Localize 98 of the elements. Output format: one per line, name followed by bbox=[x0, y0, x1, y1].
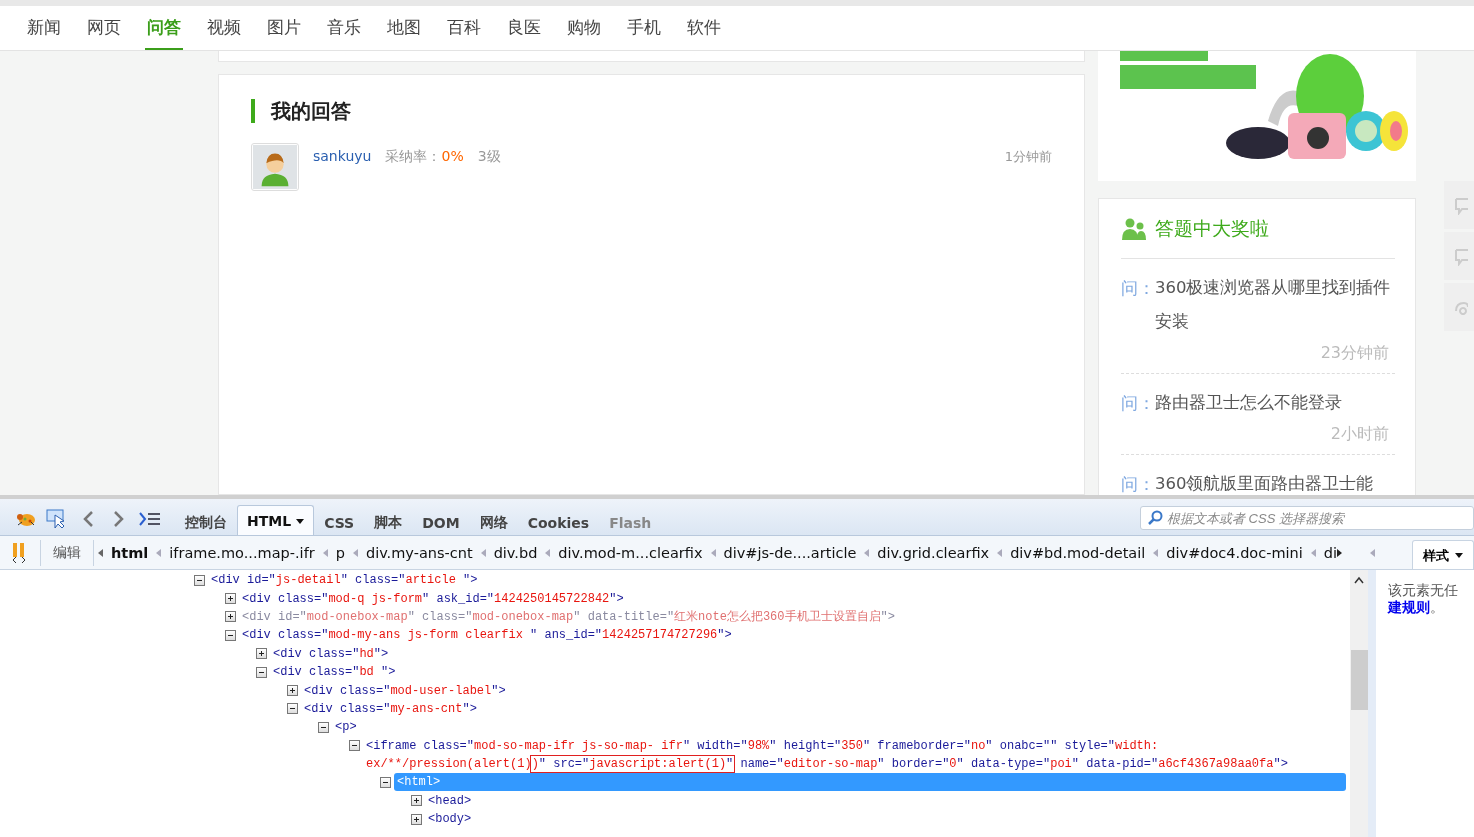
question-link[interactable]: 360极速浏览器从哪里找到插件安装 bbox=[1155, 271, 1395, 339]
code-line[interactable]: <p> bbox=[335, 718, 357, 737]
separator-icon bbox=[997, 548, 1003, 557]
code-line[interactable]: <div class="my-ans-cnt"> bbox=[304, 699, 477, 718]
user-name[interactable]: sankuyu bbox=[313, 148, 372, 164]
chat-icon bbox=[1454, 246, 1468, 266]
people-icon bbox=[1121, 217, 1147, 240]
expand-icon[interactable] bbox=[225, 611, 236, 623]
code-line[interactable]: ex/**/pression(alert(1))" src="javascript:alert(1)" name="editor-so-map" border="0" data-type="poi" data-pid="a6cf4367a98aa0fa"> bbox=[366, 755, 1288, 774]
code-line[interactable]: <div class="bd "> bbox=[273, 663, 396, 682]
accept-rate-label: 采纳率： bbox=[385, 148, 442, 166]
section-title: 我的回答 bbox=[251, 99, 1052, 123]
separator-icon bbox=[352, 548, 358, 557]
separator-icon bbox=[545, 548, 551, 557]
nav-tab[interactable]: 软件 bbox=[687, 6, 747, 50]
breadcrumb[interactable]: div.grid.clearfix bbox=[873, 544, 994, 561]
chat-icon bbox=[1454, 195, 1468, 215]
nav-tab[interactable]: 购物 bbox=[567, 6, 627, 50]
code-line[interactable]: <head> bbox=[428, 791, 472, 810]
nav-tab[interactable]: 手机 bbox=[627, 6, 687, 50]
avatar-icon bbox=[251, 143, 299, 191]
code-line[interactable]: <iframe class="mod-so-map-ifr js-so-map- ifr" width="98%" height="350" frameborder="no" onabc="" style="width: bbox=[366, 736, 1159, 755]
separator-icon bbox=[322, 548, 328, 557]
nav-tab[interactable]: 新闻 bbox=[27, 6, 87, 50]
breadcrumb[interactable]: p bbox=[331, 544, 349, 561]
devtools-tab[interactable]: 控制台 bbox=[175, 508, 237, 536]
answer-time: 1分钟前 bbox=[1004, 148, 1052, 166]
separator-icon bbox=[864, 548, 870, 557]
user-level: 3级 bbox=[477, 148, 501, 166]
devtools-tab[interactable]: DOM bbox=[412, 508, 470, 536]
expand-icon[interactable] bbox=[256, 648, 267, 660]
code-line[interactable]: <div class="hd"> bbox=[273, 644, 389, 663]
search-icon bbox=[1147, 510, 1163, 526]
caret-icon bbox=[1455, 553, 1463, 558]
scroll-right-icon[interactable] bbox=[1337, 548, 1343, 557]
collapse-icon[interactable] bbox=[349, 740, 360, 752]
breadcrumb[interactable]: div.mod-m...clearfix bbox=[554, 544, 707, 561]
separator-icon bbox=[1310, 548, 1316, 557]
create-rule-link[interactable]: 建规则 bbox=[1388, 599, 1430, 616]
devtools-tab[interactable]: Cookies bbox=[517, 508, 600, 536]
collapse-icon[interactable] bbox=[318, 721, 329, 733]
scrollbar[interactable] bbox=[1350, 570, 1368, 837]
breadcrumb[interactable]: div#bd.mod-detail bbox=[1006, 544, 1150, 561]
question-link[interactable]: 360领航版里面路由器卫士能 bbox=[1155, 467, 1374, 495]
rule-note-end: 。 bbox=[1430, 599, 1444, 616]
code-line[interactable]: <div class="mod-q js-form" ask_id="1424250145722842"> bbox=[242, 589, 624, 608]
nav-tab[interactable]: 良医 bbox=[507, 6, 567, 50]
collapse-icon[interactable] bbox=[225, 629, 236, 641]
code-line[interactable]: <div class="mod-user-label"> bbox=[304, 681, 506, 700]
separator-icon bbox=[710, 548, 716, 557]
breadcrumb[interactable]: div#js-de....article bbox=[719, 544, 861, 561]
question-link[interactable]: 路由器卫士怎么不能登录 bbox=[1155, 386, 1342, 420]
devtools-tab[interactable]: 网络 bbox=[469, 508, 518, 536]
scroll-up-icon[interactable] bbox=[1354, 576, 1364, 584]
scroll-thumb[interactable] bbox=[1350, 650, 1368, 710]
expand-icon[interactable] bbox=[287, 685, 298, 697]
code-line[interactable]: <div class="mod-my-ans js-form clearfix " ans_id="1424257174727296"> bbox=[242, 626, 732, 645]
question-time: 23分钟前 bbox=[1320, 342, 1389, 364]
expand-icon[interactable] bbox=[411, 795, 422, 807]
code-line[interactable]: <div id="mod-onebox-map" class="mod-onebox-map" data-title="红米note怎么把360手机卫士设置自启"> bbox=[242, 607, 895, 626]
collapse-icon[interactable] bbox=[380, 777, 391, 788]
nav-tab[interactable]: 视频 bbox=[207, 6, 267, 50]
devtools-tab[interactable]: 脚本 bbox=[364, 508, 413, 536]
caret-icon bbox=[296, 518, 305, 524]
code-line[interactable]: <div id="js-detail" class="article "> bbox=[211, 571, 478, 590]
breadcrumb[interactable]: div.bd bbox=[489, 544, 542, 561]
collapse-icon[interactable] bbox=[194, 574, 205, 586]
devtools-tab[interactable]: HTML bbox=[237, 505, 315, 536]
separator-icon bbox=[480, 548, 486, 557]
accept-rate: 0% bbox=[441, 148, 464, 164]
breadcrumb[interactable]: html bbox=[107, 544, 153, 561]
breadcrumb[interactable]: div#doc4.doc-mini bbox=[1162, 544, 1307, 561]
collapse-icon[interactable] bbox=[256, 666, 267, 678]
nav-tab[interactable]: 图片 bbox=[267, 6, 327, 50]
nav-tab[interactable]: 地图 bbox=[387, 6, 447, 50]
collapse-icon[interactable] bbox=[287, 703, 298, 715]
breadcrumb[interactable]: di bbox=[1319, 544, 1342, 561]
nav-tab[interactable]: 网页 bbox=[87, 6, 147, 50]
question-label: 问： bbox=[1121, 473, 1155, 495]
separator-icon bbox=[1153, 548, 1159, 557]
devtools-tab[interactable]: CSS bbox=[314, 508, 365, 536]
style-tab[interactable]: 样式 bbox=[1412, 540, 1474, 569]
code-line[interactable]: <body> bbox=[428, 810, 472, 829]
card-title: 答题中大奖啦 bbox=[1155, 215, 1269, 241]
expand-icon[interactable] bbox=[411, 813, 422, 825]
search-field[interactable]: 根据文本或者 CSS 选择器搜索 bbox=[1140, 506, 1474, 530]
expand-icon[interactable] bbox=[225, 593, 236, 605]
nav-tab[interactable]: 音乐 bbox=[327, 6, 387, 50]
breadcrumb[interactable]: iframe.mo...map-.ifr bbox=[165, 544, 319, 561]
breadcrumb[interactable]: div.my-ans-cnt bbox=[361, 544, 477, 561]
question-time: 2小时前 bbox=[1330, 423, 1389, 445]
edit-button[interactable]: 编辑 bbox=[40, 539, 94, 566]
scroll-left-icon[interactable] bbox=[98, 548, 103, 557]
nav-tab[interactable]: 百科 bbox=[447, 6, 507, 50]
question-label: 问： bbox=[1121, 392, 1155, 415]
question-label: 问： bbox=[1121, 277, 1155, 300]
rule-note: 该元素无任 bbox=[1388, 582, 1459, 599]
separator-icon bbox=[156, 548, 162, 557]
